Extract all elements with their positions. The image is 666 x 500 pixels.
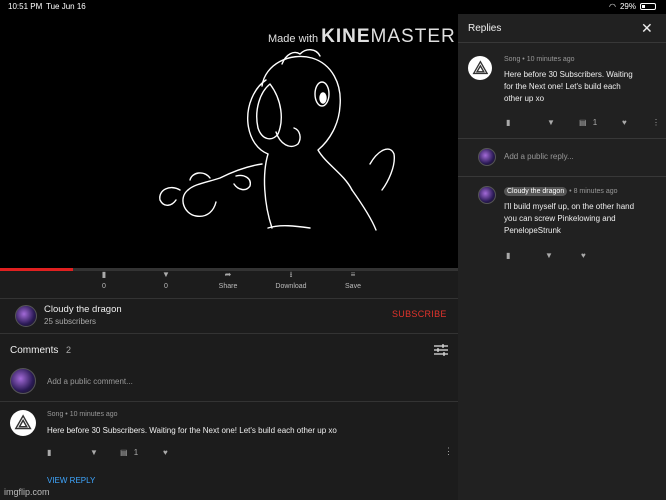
triangle-logo-icon	[472, 59, 488, 74]
channel-name[interactable]: Cloudy the dragon	[44, 304, 122, 315]
dislike-icon: ▼	[545, 251, 553, 260]
original-line: for the Next one! Let's build each	[504, 82, 621, 91]
dislike-icon: ▼	[162, 270, 170, 279]
original-reply-button[interactable]: ▤ 1	[579, 118, 597, 127]
comment-like-button[interactable]: ▮	[47, 448, 51, 457]
comment-dislike-button[interactable]: ▼	[90, 448, 98, 457]
replies-title: Replies	[468, 23, 502, 34]
reply-like-button[interactable]: ▮	[506, 251, 510, 260]
original-time: 10 minutes ago	[526, 56, 575, 63]
divider	[458, 138, 666, 139]
user-avatar	[478, 148, 496, 166]
comment-text: Here before 30 Subscribers. Waiting for …	[47, 426, 337, 435]
share-icon: ➦	[224, 270, 232, 279]
heart-icon: ♥	[581, 251, 586, 260]
dislike-count: 0	[164, 283, 168, 290]
reply-icon: ▤	[579, 118, 587, 127]
reply-line: you can screw Pinkelowing and	[504, 214, 616, 223]
channel-subscribers: 25 subscribers	[44, 317, 97, 326]
comment-meta: Song • 10 minutes ago	[47, 411, 118, 418]
subscribe-button[interactable]: SUBSCRIBE	[392, 309, 447, 319]
download-icon: ⭳	[289, 270, 293, 279]
share-button[interactable]: ➦ Share	[198, 270, 258, 291]
action-bar: ▮ 0 ▼ 0 ➦ Share ⭳ Download ≡ Save	[0, 271, 458, 293]
user-avatar	[10, 368, 36, 394]
status-bar: 10:51 PM Tue Jun 16 ◠ 29%	[0, 0, 666, 14]
divider	[0, 401, 458, 402]
reply-count: 1	[592, 118, 598, 127]
save-icon: ≡	[350, 270, 356, 279]
comment-reply-button[interactable]: ▤ 1	[120, 448, 138, 457]
save-label: Save	[345, 283, 361, 290]
reply-line: PenelopeStrunk	[504, 226, 561, 235]
battery-icon	[640, 3, 656, 10]
comment-heart-button[interactable]: ♥	[163, 448, 168, 457]
download-button[interactable]: ⭳ Download	[261, 270, 321, 291]
triangle-logo-icon	[14, 414, 32, 430]
reply-line: I'll build myself up, on the other hand	[504, 202, 635, 211]
song-avatar[interactable]	[468, 56, 492, 80]
like-button[interactable]: ▮ 0	[74, 270, 134, 291]
original-heart-button[interactable]: ♥	[622, 118, 627, 127]
dislike-button[interactable]: ▼ 0	[136, 270, 196, 291]
like-icon: ▮	[506, 118, 511, 127]
status-right: ◠ 29%	[609, 2, 656, 11]
reply-icon: ▤	[120, 448, 128, 457]
more-options-icon[interactable]: ⋮	[652, 118, 660, 127]
dislike-icon: ▼	[547, 118, 555, 127]
like-count: 0	[102, 283, 106, 290]
comments-count: 2	[66, 345, 72, 355]
status-date: Tue Jun 16	[46, 2, 86, 11]
divider	[458, 176, 666, 177]
original-dislike-button[interactable]: ▼	[547, 118, 555, 127]
original-line: other up xo	[504, 94, 545, 103]
video-player[interactable]: Made with KINEMASTER	[0, 14, 458, 269]
dislike-icon: ▼	[90, 448, 98, 457]
save-button[interactable]: ≡ Save	[323, 270, 383, 291]
comment-time: 10 minutes ago	[69, 411, 118, 418]
divider	[458, 42, 666, 43]
like-icon: ▮	[506, 251, 511, 260]
like-icon: ▮	[47, 448, 52, 457]
parrot-drawing	[159, 49, 396, 231]
video-info-panel: ▮ 0 ▼ 0 ➦ Share ⭳ Download ≡ Save Cloudy…	[0, 271, 458, 500]
reply-author-chip[interactable]: Cloudy the dragon	[504, 187, 568, 196]
view-reply-link[interactable]: VIEW REPLY	[47, 476, 95, 485]
heart-icon: ♥	[163, 448, 168, 457]
divider	[0, 298, 458, 299]
reply-meta: Cloudy the dragon • 8 minutes ago	[504, 187, 618, 196]
status-time: 10:51 PM	[8, 2, 43, 11]
reply-original-meta: Song • 10 minutes ago	[504, 56, 575, 63]
channel-avatar[interactable]	[15, 305, 37, 327]
share-label: Share	[218, 283, 238, 290]
song-avatar[interactable]	[10, 410, 36, 436]
divider	[0, 333, 458, 334]
imgflip-watermark: imgflip.com	[4, 487, 50, 497]
comment-author: Song	[47, 411, 64, 418]
add-reply-input[interactable]: Add a public reply...	[504, 152, 574, 161]
original-comment-text: Here before 30 Subscribers. Waiting for …	[504, 69, 664, 105]
heart-icon: ♥	[622, 118, 627, 127]
reply-count: 1	[133, 448, 139, 457]
close-icon[interactable]: ✕	[641, 20, 653, 37]
add-comment-input[interactable]: Add a public comment...	[47, 377, 133, 386]
replies-panel: Replies ✕ Song • 10 minutes ago Here bef…	[458, 14, 666, 500]
reply-dislike-button[interactable]: ▼	[545, 251, 553, 260]
battery-percent: 29%	[619, 2, 636, 11]
download-label: Download	[275, 283, 307, 290]
reply-text: I'll build myself up, on the other hand …	[504, 201, 664, 237]
like-icon: ▮	[101, 270, 107, 279]
original-like-button[interactable]: ▮	[506, 118, 510, 127]
comments-title: Comments	[10, 345, 59, 356]
more-options-icon[interactable]: ⋮	[444, 446, 453, 457]
original-author: Song	[504, 56, 521, 63]
cloudy-avatar[interactable]	[478, 186, 496, 204]
original-line: Here before 30 Subscribers. Waiting	[504, 70, 633, 79]
reply-heart-button[interactable]: ♥	[581, 251, 586, 260]
reply-time: 8 minutes ago	[573, 188, 618, 195]
sort-icon[interactable]	[434, 344, 448, 356]
wifi-icon: ◠	[609, 2, 616, 11]
